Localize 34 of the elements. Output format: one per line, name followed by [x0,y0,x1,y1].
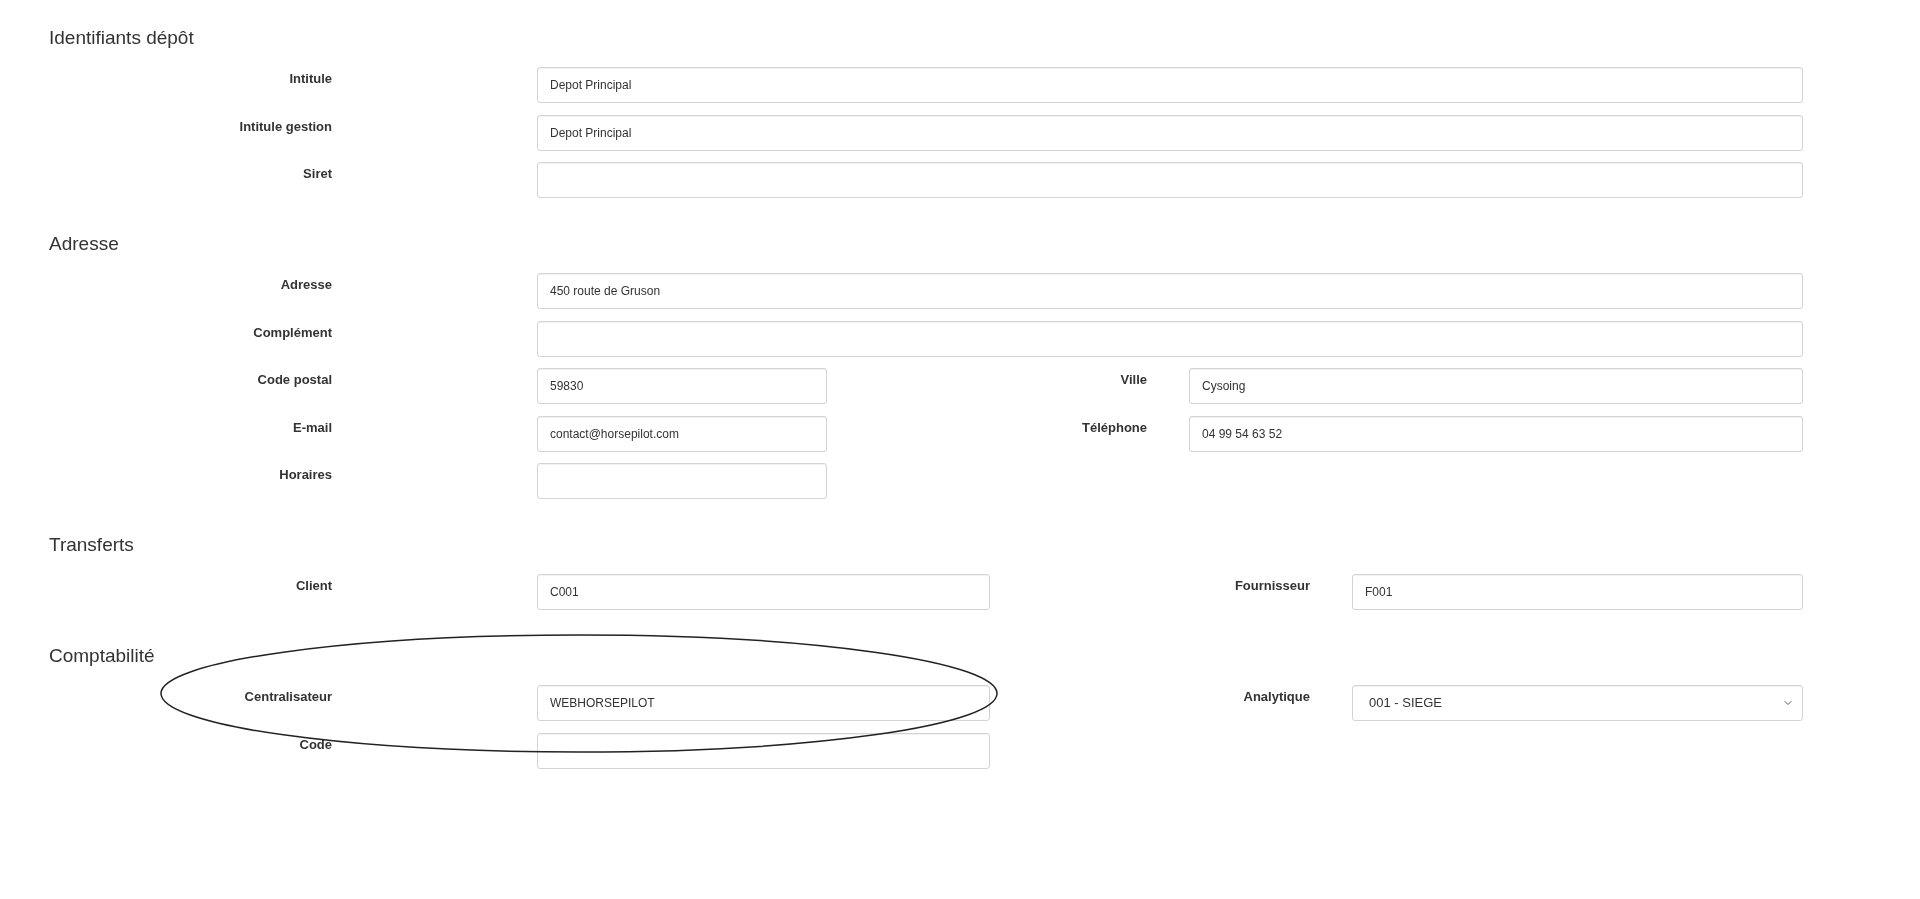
text-field[interactable]: Depot Principal [537,114,1803,151]
text-field[interactable]: 450 route de Gruson [537,273,1803,309]
field-label: Fournisseur [1234,577,1310,595]
field-label: Horaires [279,466,332,484]
field-label: Adresse [280,276,332,294]
section-heading: Identifiants dépôt [49,27,194,48]
text-field[interactable] [537,732,990,769]
text-field[interactable]: Cysoing [1189,368,1803,404]
field-label: Intitule [289,70,332,88]
field-label: Ville [1120,371,1147,389]
text-field[interactable] [537,320,1803,357]
field-label: Téléphone [1082,418,1147,437]
section-heading: Adresse [49,233,119,254]
text-field[interactable]: 04 99 54 63 52 [1189,415,1803,452]
section-heading: Comptabilité [49,645,155,666]
text-field[interactable]: C001 [537,574,990,610]
field-label: Intitule gestion [239,117,332,136]
text-field[interactable]: Depot Principal [537,67,1803,103]
text-field[interactable] [537,463,827,499]
field-label: Siret [303,165,332,183]
text-field[interactable]: F001 [1352,574,1803,610]
dropdown-field[interactable]: 001 - SIEGE [1352,685,1803,721]
text-field[interactable]: WEBHORSEPILOT [537,685,990,721]
field-label: Client [295,577,332,595]
text-field[interactable]: contact@horsepilot.com [537,415,827,452]
text-field[interactable]: 59830 [537,368,827,404]
text-field[interactable] [537,162,1803,198]
field-label: Centralisateur [244,688,332,706]
field-label: Complément [253,323,332,342]
field-label: Analytique [1243,688,1310,706]
field-label: Code postal [257,371,332,389]
field-label: E-mail [293,418,332,437]
section-heading: Transferts [49,534,134,555]
field-label: Code [299,735,332,754]
